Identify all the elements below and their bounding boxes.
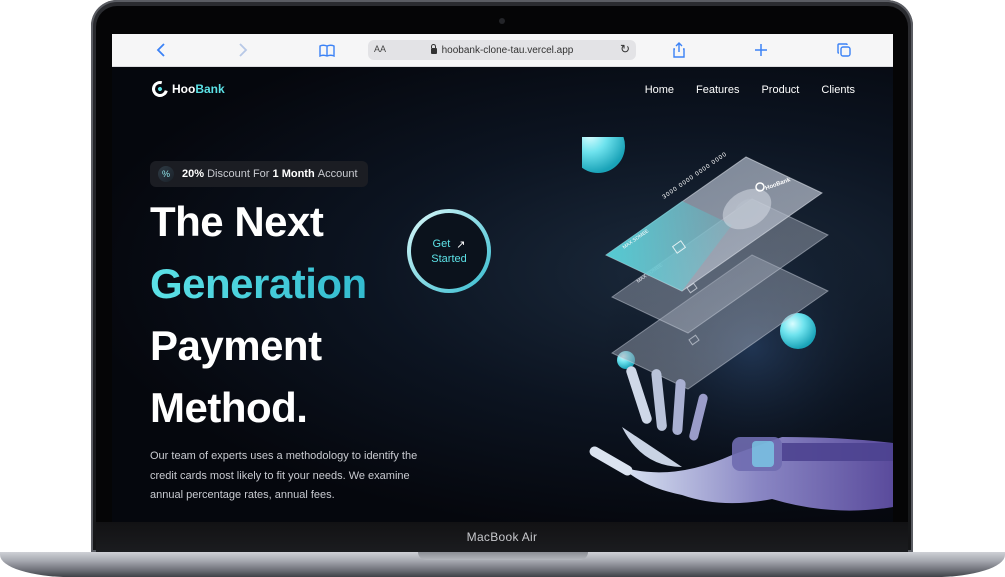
logo[interactable]: HooBank [149, 78, 225, 100]
laptop-notch [418, 552, 588, 560]
nav-features[interactable]: Features [696, 84, 739, 96]
discount-text-end: Account [317, 168, 358, 180]
hero-title-line-4: Method. [150, 384, 308, 431]
get-started-button[interactable]: Get ↗ Started [407, 209, 491, 293]
url-text: hoobank-clone-tau.vercel.app [441, 44, 574, 56]
hero-title-line-2: Generation [150, 260, 367, 307]
nav-product[interactable]: Product [761, 84, 799, 96]
get-started-label-2: Started [431, 252, 467, 265]
address-bar[interactable]: AA hoobank-clone-tau.vercel.app ↻ [368, 40, 636, 60]
hero-illustration: MAX SOMBE 3000 0000 0000 0000 MAX SOMBE … [582, 137, 893, 511]
nav-clients[interactable]: Clients [821, 84, 855, 96]
hero-title-line-3: Payment [150, 322, 322, 369]
plus-icon[interactable] [752, 41, 770, 59]
share-icon[interactable] [670, 41, 688, 59]
browser-toolbar: AA hoobank-clone-tau.vercel.app ↻ [112, 34, 893, 67]
get-started-label-1: Get [432, 238, 451, 250]
tabs-icon[interactable] [835, 41, 853, 59]
reload-icon[interactable]: ↻ [620, 42, 630, 56]
logo-icon [149, 78, 171, 100]
laptop-screen: AA hoobank-clone-tau.vercel.app ↻ HooBan… [112, 34, 893, 522]
discount-text: Discount For [207, 168, 270, 180]
lock-icon [430, 44, 437, 54]
hero-description: Our team of experts uses a methodology t… [150, 450, 418, 501]
nav-home[interactable]: Home [645, 84, 674, 96]
device-label: MacBook Air [466, 530, 538, 544]
book-icon[interactable] [318, 41, 336, 59]
hero-title-line-1: The Next [150, 198, 324, 245]
camera-icon [499, 18, 505, 24]
discount-duration: 1 Month [272, 168, 315, 180]
discount-percent: 20% [182, 168, 205, 180]
text-size-button[interactable]: AA [374, 44, 386, 54]
sphere-large [582, 137, 625, 173]
discount-icon: % [158, 166, 174, 182]
chevron-left-icon[interactable] [152, 41, 170, 59]
discount-badge: % 20% Discount For 1 Month Account [150, 161, 368, 187]
arrow-up-right-icon: ↗ [456, 238, 466, 251]
laptop-chin: MacBook Air [96, 522, 908, 552]
logo-text: HooBank [172, 82, 225, 96]
chevron-right-icon[interactable] [234, 41, 252, 59]
navbar: Home Features Product Clients [645, 84, 855, 96]
web-page: HooBank Home Features Product Clients % … [112, 67, 893, 522]
